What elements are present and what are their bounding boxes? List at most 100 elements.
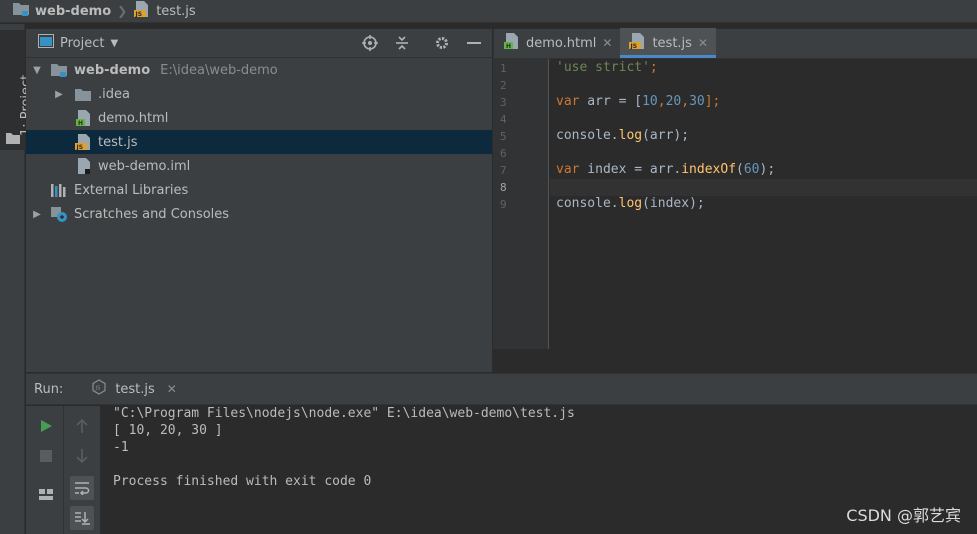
line-number: 8 bbox=[500, 181, 507, 194]
run-toolbar-secondary bbox=[64, 406, 100, 534]
line-number: 1 bbox=[500, 62, 507, 75]
project-tool-tab[interactable]: 1: Project bbox=[0, 30, 34, 150]
arrow-up-icon[interactable] bbox=[70, 414, 94, 438]
minimize-icon[interactable] bbox=[464, 33, 484, 53]
collapsed-arrow-icon[interactable]: ▶ bbox=[30, 209, 44, 220]
run-tab-test-js[interactable]: JS test.js ✕ bbox=[85, 374, 183, 405]
expanded-arrow-icon[interactable]: ▼ bbox=[30, 65, 44, 76]
breadcrumb-file-label: test.js bbox=[156, 3, 196, 19]
line-number: 5 bbox=[500, 130, 507, 143]
line-number: 4 bbox=[500, 113, 507, 126]
close-icon[interactable]: ✕ bbox=[698, 36, 708, 50]
tree-item-label: .idea bbox=[98, 86, 130, 102]
tree-item-label: web-demo bbox=[74, 62, 151, 78]
tree-item-demo-html[interactable]: H demo.html bbox=[26, 106, 492, 130]
tree-item-scratches[interactable]: ▶ Scratches and Consoles bbox=[26, 202, 492, 226]
folder-icon bbox=[12, 1, 30, 21]
tree-item-external-libraries[interactable]: External Libraries bbox=[26, 178, 492, 202]
close-icon[interactable]: ✕ bbox=[167, 382, 177, 396]
line-number-gutter: 1 2 3 4 5 6 7 8 9 bbox=[494, 59, 549, 349]
svg-text:JS: JS bbox=[135, 11, 143, 18]
rerun-icon[interactable] bbox=[34, 414, 58, 438]
module-folder-icon bbox=[50, 62, 68, 78]
tab-test-js[interactable]: JS test.js ✕ bbox=[620, 28, 716, 58]
tree-item-test-js[interactable]: JS test.js bbox=[26, 130, 492, 154]
scroll-to-end-icon[interactable] bbox=[70, 506, 94, 530]
console-output[interactable]: "C:\Program Files\nodejs\node.exe" E:\id… bbox=[113, 406, 575, 491]
editor-pane: H demo.html ✕ JS test.js ✕ 1 2 3 4 5 6 7… bbox=[493, 28, 977, 349]
editor-bottom-area bbox=[493, 349, 977, 373]
project-pane: Project ▼ ▼ web-demo E:\idea\web-demo ▶ … bbox=[26, 29, 492, 372]
tree-item-web-demo-iml[interactable]: web-demo.iml bbox=[26, 154, 492, 178]
line-number: 9 bbox=[500, 198, 507, 211]
layout-icon[interactable] bbox=[34, 482, 58, 506]
code-line: var index = arr.indexOf(60); bbox=[556, 162, 776, 177]
run-tab-label: test.js bbox=[115, 381, 155, 397]
libraries-icon bbox=[50, 182, 68, 198]
tree-item-label: web-demo.iml bbox=[98, 158, 191, 174]
run-toolbar bbox=[26, 406, 100, 534]
code-line: console.log(arr); bbox=[556, 128, 690, 143]
line-number: 7 bbox=[500, 164, 507, 177]
chevron-down-icon[interactable]: ▼ bbox=[110, 38, 118, 49]
tree-item-path-hint: E:\idea\web-demo bbox=[160, 62, 278, 78]
folder-icon bbox=[74, 87, 92, 102]
run-tool-window: Run: JS test.js ✕ "C:\Program Files\node… bbox=[26, 373, 977, 534]
navigation-bar: web-demo ❯ JS test.js bbox=[0, 0, 977, 23]
soft-wrap-icon[interactable] bbox=[70, 476, 94, 500]
stop-icon[interactable] bbox=[34, 444, 58, 468]
collapse-all-icon[interactable] bbox=[392, 33, 412, 53]
code-area[interactable]: 'use strict'; var arr = [10,20,30]; cons… bbox=[550, 59, 977, 349]
tree-item-label: External Libraries bbox=[74, 182, 189, 198]
close-icon[interactable]: ✕ bbox=[602, 36, 612, 50]
nodejs-icon: JS bbox=[91, 379, 107, 399]
line-number: 2 bbox=[500, 79, 507, 92]
svg-text:JS: JS bbox=[630, 43, 638, 50]
iml-file-icon bbox=[74, 157, 92, 175]
code-line: var arr = [10,20,30]; bbox=[556, 94, 721, 109]
current-line-highlight bbox=[550, 179, 977, 196]
tool-window-stripe: 1: Project bbox=[0, 24, 34, 534]
console-line: "C:\Program Files\nodejs\node.exe" E:\id… bbox=[113, 406, 575, 421]
editor-tabs: H demo.html ✕ JS test.js ✕ bbox=[494, 28, 977, 59]
html-file-icon: H bbox=[502, 32, 520, 54]
scratches-icon bbox=[50, 205, 68, 223]
tree-item-label: Scratches and Consoles bbox=[74, 206, 230, 222]
breadcrumb-file[interactable]: JS test.js bbox=[133, 0, 196, 22]
collapsed-arrow-icon[interactable]: ▶ bbox=[52, 89, 66, 100]
js-file-icon: JS bbox=[628, 32, 646, 54]
tree-item-web-demo[interactable]: ▼ web-demo E:\idea\web-demo bbox=[26, 58, 492, 82]
run-label: Run: bbox=[34, 381, 64, 397]
project-view-icon bbox=[38, 34, 54, 52]
tree-item-label: demo.html bbox=[98, 110, 169, 126]
js-file-icon: JS bbox=[74, 133, 92, 151]
tab-label: demo.html bbox=[526, 35, 597, 51]
locate-file-icon[interactable] bbox=[360, 33, 380, 53]
code-line: console.log(index); bbox=[556, 196, 705, 211]
breadcrumb-separator: ❯ bbox=[117, 4, 128, 18]
breadcrumb-project[interactable]: web-demo bbox=[12, 1, 111, 21]
line-number: 3 bbox=[500, 96, 507, 109]
js-file-icon: JS bbox=[133, 0, 151, 22]
folder-icon bbox=[6, 132, 20, 148]
svg-text:JS: JS bbox=[76, 144, 84, 151]
svg-text:H: H bbox=[506, 43, 511, 50]
tree-item-label: test.js bbox=[98, 134, 138, 150]
breadcrumb-project-label: web-demo bbox=[35, 3, 112, 19]
project-pane-header: Project ▼ bbox=[26, 29, 492, 58]
tab-label: test.js bbox=[652, 35, 692, 51]
tree-item-idea[interactable]: ▶ .idea bbox=[26, 82, 492, 106]
svg-text:JS: JS bbox=[95, 386, 101, 392]
run-toolbar-primary bbox=[28, 406, 64, 534]
html-file-icon: H bbox=[74, 109, 92, 127]
gear-icon[interactable] bbox=[432, 33, 452, 53]
tab-demo-html[interactable]: H demo.html ✕ bbox=[494, 28, 620, 58]
arrow-down-icon[interactable] bbox=[70, 444, 94, 468]
project-view-selector[interactable]: Project bbox=[60, 36, 104, 51]
console-line: [ 10, 20, 30 ] bbox=[113, 423, 223, 438]
watermark: CSDN @郭艺宾 bbox=[846, 506, 961, 525]
run-header: Run: JS test.js ✕ bbox=[26, 374, 977, 405]
line-number: 6 bbox=[500, 147, 507, 160]
code-line: 'use strict'; bbox=[556, 60, 658, 75]
